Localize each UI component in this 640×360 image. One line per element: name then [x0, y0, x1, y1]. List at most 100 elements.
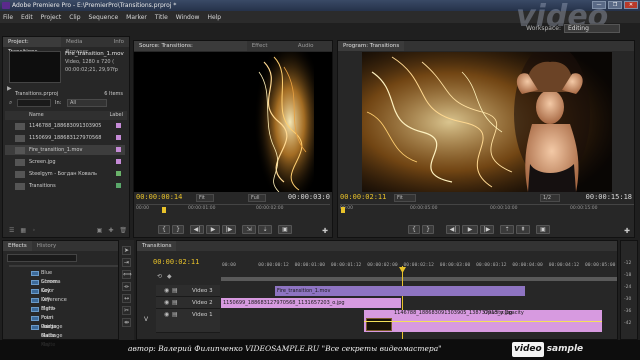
overwrite-button[interactable]: ⇣	[258, 225, 272, 234]
menu-clip[interactable]: Clip	[69, 14, 80, 21]
effect-item[interactable]: Eight-Point Garbage Matte	[13, 305, 62, 339]
workspace-dropdown[interactable]: Editing	[564, 24, 620, 33]
menu-title[interactable]: Title	[155, 14, 168, 21]
tab-media-browser[interactable]: Media Browser	[61, 37, 109, 55]
eye-icon[interactable]: ◉	[164, 311, 169, 318]
source-resolution-dropdown[interactable]: Full	[248, 194, 266, 202]
program-export-frame-button[interactable]: ▣	[536, 225, 550, 234]
menu-file[interactable]: File	[3, 14, 13, 21]
menu-marker[interactable]: Marker	[126, 14, 147, 21]
new-item-icon[interactable]: ✚	[108, 227, 113, 235]
program-mark-in-button[interactable]: {	[408, 225, 420, 234]
search-icon[interactable]: ⌕	[9, 99, 12, 107]
step-back-button[interactable]: ◀|	[190, 225, 204, 234]
delete-icon[interactable]: 🗑	[119, 227, 127, 235]
zoom-slider-icon[interactable]: ◦	[32, 227, 36, 235]
clip-video1-image[interactable]: 1146788_188683091303905_138737913_o.jpg …	[364, 310, 602, 332]
opacity-line[interactable]	[364, 321, 602, 322]
source-playhead-marker[interactable]	[162, 207, 166, 213]
tab-history[interactable]: History	[32, 241, 62, 251]
timeline-timecode[interactable]: 00:00:02:11	[153, 258, 199, 266]
label-color-swatch[interactable]	[116, 147, 121, 152]
export-frame-button[interactable]: ▣	[278, 225, 292, 234]
program-mark-out-button[interactable]: }	[422, 225, 434, 234]
effect-item[interactable]: Image Matte Key	[13, 323, 57, 348]
effect-item[interactable]: Four-Point Garbage Matte	[13, 314, 62, 348]
project-list-item[interactable]: Screen.jpg	[5, 157, 125, 167]
source-fit-dropdown[interactable]: Fit	[196, 194, 214, 202]
effect-item[interactable]: Difference Matte	[13, 296, 67, 312]
program-step-back-button[interactable]: ◀|	[446, 225, 460, 234]
clip-fx-label[interactable]: Opacity:Opacity	[484, 310, 524, 316]
label-color-swatch[interactable]	[116, 171, 121, 176]
menu-window[interactable]: Window	[176, 14, 200, 21]
clip-video2-image[interactable]: 1150699_188683127970568_1131657203_o.jpg	[221, 298, 401, 308]
project-list-item[interactable]: Steelgym - Богдан Коваль	[5, 169, 125, 179]
program-play-button[interactable]: ▶	[462, 225, 478, 234]
tab-audio-mixer[interactable]: Audio Mixer	[293, 41, 332, 59]
rolling-edit-tool-icon[interactable]: ⟛	[122, 282, 131, 291]
lift-button[interactable]: ⇡	[500, 225, 514, 234]
project-list-item[interactable]: 1146788_188683091303905	[5, 121, 125, 131]
label-color-swatch[interactable]	[116, 135, 121, 140]
program-playhead-marker[interactable]	[341, 207, 345, 213]
tab-source[interactable]: Source: Transitions: Fire_transition_1.m…	[134, 41, 247, 59]
slip-tool-icon[interactable]: ⇹	[122, 318, 131, 327]
tab-info[interactable]: Info	[109, 37, 129, 47]
selection-tool-icon[interactable]: ➤	[122, 246, 131, 255]
track-v-target[interactable]: V	[144, 316, 148, 323]
eye-icon[interactable]: ◉	[164, 287, 169, 294]
source-play-button[interactable]: ▶	[206, 225, 220, 234]
menu-help[interactable]: Help	[207, 14, 221, 21]
effects-search-input[interactable]	[7, 254, 77, 262]
label-color-swatch[interactable]	[116, 183, 121, 188]
tab-sequence[interactable]: Transitions	[137, 241, 177, 251]
search-input[interactable]	[17, 99, 51, 107]
new-bin-icon[interactable]: ▣	[97, 227, 103, 235]
track-select-tool-icon[interactable]: ⇥	[122, 258, 131, 267]
column-label[interactable]: Label	[110, 111, 124, 120]
program-fit-dropdown[interactable]: Fit	[394, 194, 416, 202]
rate-stretch-tool-icon[interactable]: ↔	[122, 294, 131, 303]
menu-project[interactable]: Project	[41, 14, 62, 21]
insert-button[interactable]: ⇲	[242, 225, 256, 234]
clip-fire-transition[interactable]: Fire_transition_1.mov	[275, 286, 525, 296]
razor-tool-icon[interactable]: ✂	[122, 306, 131, 315]
tab-program[interactable]: Program: Transitions	[338, 41, 405, 51]
program-quality-dropdown[interactable]: 1/2	[540, 194, 560, 202]
step-forward-button[interactable]: |▶	[222, 225, 236, 234]
ripple-edit-tool-icon[interactable]: ⟺	[122, 270, 132, 279]
mark-out-button[interactable]: }	[172, 225, 184, 234]
snap-icon[interactable]: ⟲	[157, 273, 162, 280]
project-list-item[interactable]: Transitions	[5, 181, 125, 191]
list-view-icon[interactable]: ☰	[9, 227, 14, 235]
in-filter-dropdown[interactable]: All	[67, 99, 107, 107]
icon-view-icon[interactable]: ▦	[20, 227, 26, 235]
program-step-forward-button[interactable]: |▶	[480, 225, 494, 234]
lock-icon[interactable]: ▤	[172, 299, 178, 306]
effects-tree-folder[interactable]	[9, 265, 125, 267]
program-ruler[interactable]: 00:00 00:00:05:00 00:00:10:00 00:00:15:0…	[340, 204, 634, 214]
tab-project[interactable]: Project: Transitions	[3, 37, 62, 55]
source-current-timecode[interactable]: 00:00:00:14	[136, 193, 182, 201]
project-list-item[interactable]: 1150699_188683127970568	[5, 133, 125, 143]
project-list-item[interactable]: Fire_transition_1.mov	[5, 145, 125, 155]
work-area-bar[interactable]	[221, 277, 617, 281]
program-add-button-icon[interactable]: ✚	[624, 227, 630, 235]
eye-icon[interactable]: ◉	[164, 299, 169, 306]
effect-item[interactable]: Chroma Key	[13, 278, 61, 294]
effect-item[interactable]: Color Key	[13, 287, 54, 303]
lock-icon[interactable]: ▤	[172, 287, 178, 294]
extract-button[interactable]: ⇞	[516, 225, 530, 234]
label-color-swatch[interactable]	[116, 123, 121, 128]
add-button-icon[interactable]: ✚	[322, 227, 328, 235]
effect-item[interactable]: Blue Screen Key	[13, 269, 58, 294]
lock-icon[interactable]: ▤	[172, 311, 178, 318]
tab-effect-controls[interactable]: Effect Controls	[247, 41, 293, 59]
label-color-swatch[interactable]	[116, 159, 121, 164]
menu-edit[interactable]: Edit	[21, 14, 33, 21]
marker-icon[interactable]: ◆	[167, 273, 172, 280]
play-preview-icon[interactable]: ▶	[7, 85, 15, 93]
tab-effects[interactable]: Effects	[3, 241, 32, 251]
column-name[interactable]: Name	[29, 111, 44, 120]
